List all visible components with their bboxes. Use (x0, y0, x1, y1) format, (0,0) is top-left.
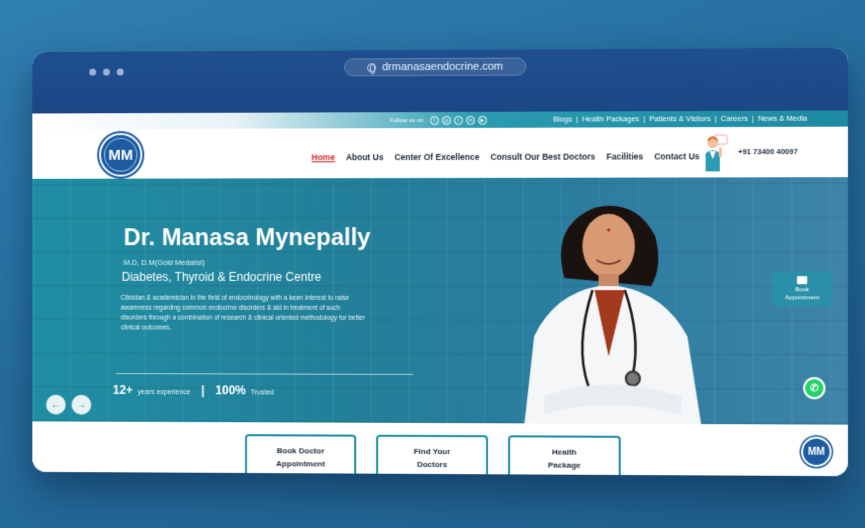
instagram-icon[interactable]: ◎ (442, 115, 452, 125)
address-bar[interactable]: drmanasaendocrine.com (344, 57, 527, 77)
site-header: MM Home About Us Center Of Excellence Co… (32, 126, 848, 179)
hero-title: Dr. Manasa Mynepally (123, 224, 371, 252)
window-dot[interactable] (116, 68, 124, 76)
site-logo[interactable]: MM (99, 132, 143, 177)
social-follow: Follow us on : f ◎ t in ▶ (390, 115, 488, 126)
hero-banner: Dr. Manasa Mynepally M.D, D.M(Gold Medal… (32, 177, 848, 425)
card-health-package[interactable]: Health Package (508, 435, 621, 476)
whatsapp-icon: ✆ (805, 379, 824, 398)
hero-degrees: M.D, D.M(Gold Medalist) (123, 258, 205, 267)
hero-description: Clinician & academician in the field of … (120, 294, 365, 332)
stat-trusted-value: 100% (215, 383, 246, 398)
window-dot[interactable] (89, 68, 97, 76)
twitter-icon[interactable]: t (454, 115, 464, 125)
stat-experience-value: 12+ (112, 383, 133, 397)
stat-trusted-label: Trusted (250, 389, 274, 397)
phone-number[interactable]: +91 73400 40097 (738, 147, 798, 156)
nav-center-of-excellence[interactable]: Center Of Excellence (394, 152, 479, 162)
chat-logo-button[interactable]: MM (801, 436, 832, 468)
browser-chrome: drmanasaendocrine.com (32, 47, 848, 114)
follow-label: Follow us on : (390, 117, 428, 124)
browser-window: drmanasaendocrine.com Follow us on : f ◎… (32, 47, 848, 477)
card-book-appointment[interactable]: Book Doctor Appointment (245, 434, 357, 475)
slider-controls: ← → (46, 394, 92, 415)
top-links: Blogs | Health Packages | Patients & Visit… (553, 113, 808, 124)
window-dot[interactable] (102, 68, 110, 76)
toplink-news-media[interactable]: News & Media (758, 114, 807, 123)
next-arrow-icon[interactable]: → (71, 394, 92, 415)
toplink-health-packages[interactable]: Health Packages (582, 114, 639, 123)
hero-centre: Diabetes, Thyroid & Endocrine Centre (121, 269, 322, 284)
hero-stats: 12+ years experience | 100% Trusted (112, 383, 274, 398)
main-nav: Home About Us Center Of Excellence Consu… (311, 151, 699, 162)
nav-consult-doctors[interactable]: Consult Our Best Doctors (490, 152, 595, 162)
whatsapp-button[interactable]: ✆ (803, 377, 826, 400)
prev-arrow-icon[interactable]: ← (46, 394, 66, 415)
youtube-icon[interactable]: ▶ (478, 115, 488, 125)
doctor-photo (524, 205, 702, 425)
nav-about-us[interactable]: About Us (346, 152, 384, 162)
receptionist-illustration (705, 133, 729, 172)
stat-experience-label: years experience (137, 389, 191, 397)
nav-home[interactable]: Home (311, 152, 334, 162)
window-controls (89, 68, 124, 76)
linkedin-icon[interactable]: in (466, 115, 476, 125)
card-find-doctors[interactable]: Find Your Doctors (376, 434, 489, 476)
toplink-patients-visitors[interactable]: Patients & Visitors (649, 114, 710, 123)
nav-contact-us[interactable]: Contact Us (654, 151, 699, 161)
toplink-blogs[interactable]: Blogs (553, 115, 572, 124)
toplink-careers[interactable]: Careers (721, 114, 748, 123)
nav-facilities[interactable]: Facilities (606, 151, 643, 161)
book-appointment-side-button[interactable]: Book Appointment (772, 272, 832, 307)
facebook-icon[interactable]: f (430, 115, 440, 126)
url-text: drmanasaendocrine.com (382, 60, 504, 74)
calendar-icon (797, 276, 808, 285)
quick-links: Book Doctor Appointment Find Your Doctor… (32, 421, 848, 477)
globe-icon (367, 62, 377, 72)
